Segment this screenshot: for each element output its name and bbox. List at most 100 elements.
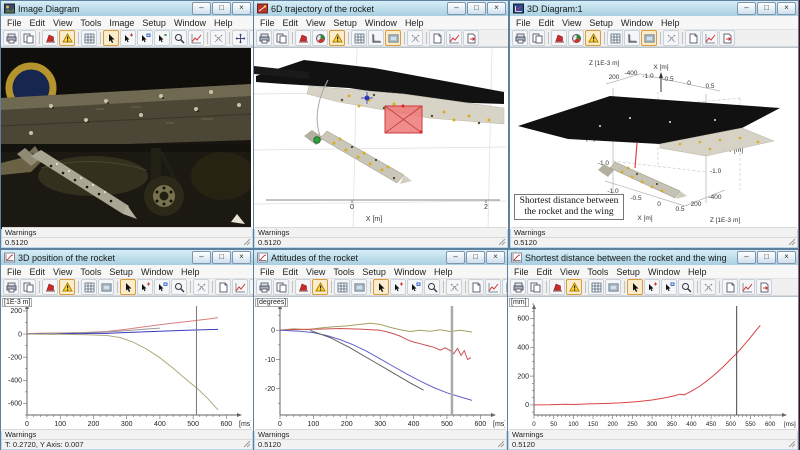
warning-icon[interactable]: [585, 30, 601, 46]
minimize-button[interactable]: –: [192, 251, 211, 264]
menu-item-window[interactable]: Window: [617, 18, 657, 28]
maximize-button[interactable]: □: [466, 251, 485, 264]
chart-icon[interactable]: [232, 279, 248, 295]
menu-item-tools[interactable]: Tools: [76, 267, 105, 277]
zoom-icon[interactable]: [424, 279, 440, 295]
menu-item-setup[interactable]: Setup: [105, 267, 137, 277]
menu-item-setup[interactable]: Setup: [612, 267, 644, 277]
zoom-icon[interactable]: [678, 279, 694, 295]
flag-icon[interactable]: [295, 30, 311, 46]
close-button[interactable]: ×: [232, 2, 251, 15]
maximize-button[interactable]: □: [757, 2, 776, 15]
menu-item-setup[interactable]: Setup: [358, 267, 390, 277]
copy-icon[interactable]: [527, 279, 543, 295]
copy-icon[interactable]: [273, 30, 289, 46]
close-button[interactable]: ×: [486, 251, 505, 264]
titlebar[interactable]: Image Diagram – □ ×: [1, 1, 253, 16]
page-icon[interactable]: [215, 279, 231, 295]
minimize-button[interactable]: –: [446, 251, 465, 264]
menu-item-file[interactable]: File: [256, 18, 279, 28]
menu-item-help[interactable]: Help: [657, 18, 684, 28]
menu-item-window[interactable]: Window: [361, 18, 401, 28]
menu-item-edit[interactable]: Edit: [279, 267, 303, 277]
menu-item-window[interactable]: Window: [137, 267, 177, 277]
grid-icon[interactable]: [334, 279, 350, 295]
grid-icon[interactable]: [351, 30, 367, 46]
position-chart-view[interactable]: [1E-3 m] 0100200300400500600[ms]-600-400…: [1, 296, 253, 431]
menu-item-tools[interactable]: Tools: [583, 267, 612, 277]
menu-item-help[interactable]: Help: [401, 18, 428, 28]
menu-item-help[interactable]: Help: [210, 18, 237, 28]
flag-icon[interactable]: [42, 30, 58, 46]
menu-item-tools[interactable]: Tools: [329, 267, 358, 277]
resize-grip[interactable]: [789, 441, 796, 448]
frame-icon[interactable]: [641, 30, 657, 46]
menu-item-edit[interactable]: Edit: [535, 18, 559, 28]
resize-grip[interactable]: [499, 239, 506, 246]
menu-item-help[interactable]: Help: [684, 267, 711, 277]
maximize-button[interactable]: □: [212, 2, 231, 15]
export-icon[interactable]: [719, 30, 735, 46]
disc-icon[interactable]: [312, 30, 328, 46]
menu-item-view[interactable]: View: [302, 267, 329, 277]
chart-icon[interactable]: [485, 279, 501, 295]
minimize-button[interactable]: –: [737, 2, 756, 15]
printer-icon[interactable]: [256, 30, 272, 46]
resize-grip[interactable]: [789, 239, 796, 246]
track-icon[interactable]: [120, 30, 136, 46]
fit-icon[interactable]: [193, 279, 209, 295]
fit-icon[interactable]: [663, 30, 679, 46]
attitude-chart-view[interactable]: [degrees] 0100200300400500600[ms]-20-100: [254, 296, 507, 431]
grid-icon[interactable]: [81, 30, 97, 46]
chart-icon[interactable]: [446, 30, 462, 46]
menu-item-file[interactable]: File: [3, 267, 26, 277]
chart-icon[interactable]: [702, 30, 718, 46]
track2-icon[interactable]: [137, 30, 153, 46]
image-view[interactable]: [1, 47, 253, 229]
resize-grip[interactable]: [498, 441, 505, 448]
printer-icon[interactable]: [3, 30, 19, 46]
titlebar[interactable]: Shortest distance between the rocket and…: [508, 250, 798, 265]
close-button[interactable]: ×: [777, 2, 796, 15]
close-button[interactable]: ×: [777, 251, 796, 264]
menu-item-window[interactable]: Window: [644, 267, 684, 277]
chart-icon[interactable]: [188, 30, 204, 46]
menu-item-view[interactable]: View: [556, 267, 583, 277]
menu-item-edit[interactable]: Edit: [279, 18, 303, 28]
warning-icon[interactable]: [312, 279, 328, 295]
zoom-icon[interactable]: [171, 279, 187, 295]
warning-icon[interactable]: [566, 279, 582, 295]
printer-icon[interactable]: [256, 279, 272, 295]
page-icon[interactable]: [468, 279, 484, 295]
grid-icon[interactable]: [588, 279, 604, 295]
minimize-button[interactable]: –: [192, 2, 211, 15]
page-icon[interactable]: [685, 30, 701, 46]
distance-chart-view[interactable]: [mm] 05010015020025030035040045050055060…: [508, 296, 798, 431]
track-icon[interactable]: [137, 279, 153, 295]
diagram-3d-view[interactable]: Shortest distance between the rocket and…: [510, 47, 798, 229]
track3-icon[interactable]: [154, 30, 170, 46]
axes-icon[interactable]: [368, 30, 384, 46]
menu-item-view[interactable]: View: [302, 18, 329, 28]
arrow-icon[interactable]: [103, 30, 119, 46]
move-icon[interactable]: [232, 30, 248, 46]
frame-icon[interactable]: [605, 279, 621, 295]
menu-item-tools[interactable]: Tools: [76, 18, 105, 28]
menu-item-edit[interactable]: Edit: [26, 267, 50, 277]
menu-item-edit[interactable]: Edit: [533, 267, 557, 277]
flag-icon[interactable]: [42, 279, 58, 295]
copy-icon[interactable]: [529, 30, 545, 46]
track2-icon[interactable]: [154, 279, 170, 295]
arrow-icon[interactable]: [627, 279, 643, 295]
titlebar[interactable]: Attitudes of the rocket – □ ×: [254, 250, 507, 265]
frame-icon[interactable]: [385, 30, 401, 46]
resize-grip[interactable]: [244, 441, 251, 448]
warning-icon[interactable]: [59, 30, 75, 46]
fit-icon[interactable]: [700, 279, 716, 295]
menu-item-file[interactable]: File: [3, 18, 26, 28]
arrow-icon[interactable]: [120, 279, 136, 295]
disc-icon[interactable]: [568, 30, 584, 46]
titlebar[interactable]: 6D trajectory of the rocket – □ ×: [254, 1, 508, 16]
menu-item-view[interactable]: View: [49, 267, 76, 277]
minimize-button[interactable]: –: [737, 251, 756, 264]
